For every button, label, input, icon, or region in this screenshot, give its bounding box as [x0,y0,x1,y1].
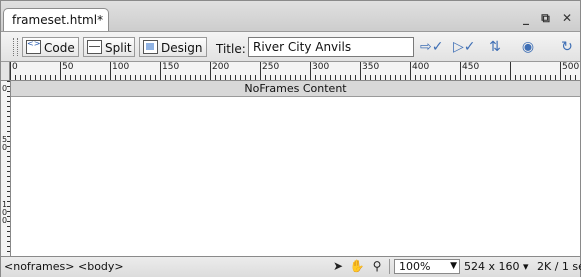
hand-tool-icon[interactable]: ✋ [349,259,365,274]
code-view-icon [26,39,41,54]
status-divider [389,259,390,274]
zoom-select[interactable]: 100% ▼ [394,259,460,274]
vertical-ruler: 0 50 100 [1,81,11,256]
status-bar: <noframes> <body> ➤ ✋ ⚲ 100% ▼ 524 x 160… [1,256,581,277]
split-view-button[interactable]: Split [83,37,135,57]
noframes-content-banner: NoFrames Content [11,81,580,97]
chevron-down-icon: ▼ [450,261,457,271]
ruler-label: 250 [262,62,280,72]
code-view-label: Code [44,41,75,55]
tag-selector-body[interactable]: <body> [78,260,124,273]
validate-markup-icon[interactable]: ⇨✓ [420,39,443,55]
toolbar-grip-icon[interactable] [13,38,18,56]
document-tab[interactable]: frameset.html* [3,8,109,31]
document-tab-label: frameset.html* [12,13,104,27]
ruler-label: 100 [112,62,130,72]
ruler-label: 0 [12,62,18,72]
page-title-input[interactable] [248,37,414,57]
noframes-content-label: NoFrames Content [244,82,347,95]
document-window: frameset.html* _ ⧉ ✕ Code Split Design T… [0,0,581,277]
horizontal-ruler: 0 50 100 150 200 250 300 350 400 450 500 [1,62,580,81]
preview-browser-icon[interactable]: ◉ [517,39,539,55]
code-view-button[interactable]: Code [22,37,79,57]
document-tab-bar: frameset.html* _ ⧉ ✕ [1,1,580,32]
select-tool-icon[interactable]: ➤ [330,259,346,274]
download-size: 2K / 1 sec [537,260,581,273]
ruler-label: 400 [412,62,430,72]
tag-selector: <noframes> <body> [4,260,124,273]
tag-selector-noframes[interactable]: <noframes> [4,260,75,273]
design-view-label: Design [161,41,203,55]
ruler-label: 350 [362,62,380,72]
document-toolbar: Code Split Design Title: ⇨✓ ▷✓ ⇅ ◉ ↻ [1,32,580,62]
title-label: Title: [216,42,246,56]
ruler-label: 150 [162,62,180,72]
split-view-icon [87,40,102,54]
ruler-label: 200 [212,62,230,72]
file-management-icon[interactable]: ⇅ [484,39,506,55]
ruler-label: 300 [312,62,330,72]
refresh-icon[interactable]: ↻ [556,39,578,55]
ruler-label: 100 [2,200,8,225]
split-view-label: Split [105,41,132,55]
ruler-label: 450 [462,62,480,72]
ruler-label: 500 [562,62,580,72]
design-view-button[interactable]: Design [139,37,207,57]
ruler-label: 0 [2,84,8,93]
design-canvas[interactable] [11,97,580,256]
window-controls-icon[interactable]: _ ⧉ ✕ [523,11,576,25]
browser-compat-icon[interactable]: ▷✓ [453,39,476,55]
zoom-value: 100% [399,260,431,273]
window-size-select[interactable]: 524 x 160 ▾ [464,260,529,273]
ruler-origin[interactable] [1,62,10,80]
horizontal-ruler-ticks [10,62,580,80]
zoom-tool-icon[interactable]: ⚲ [369,259,385,274]
window-controls[interactable]: _ ⧉ ✕ [523,11,576,26]
design-view-icon [143,40,158,54]
ruler-label: 50 [2,135,8,152]
ruler-label: 50 [62,62,74,72]
